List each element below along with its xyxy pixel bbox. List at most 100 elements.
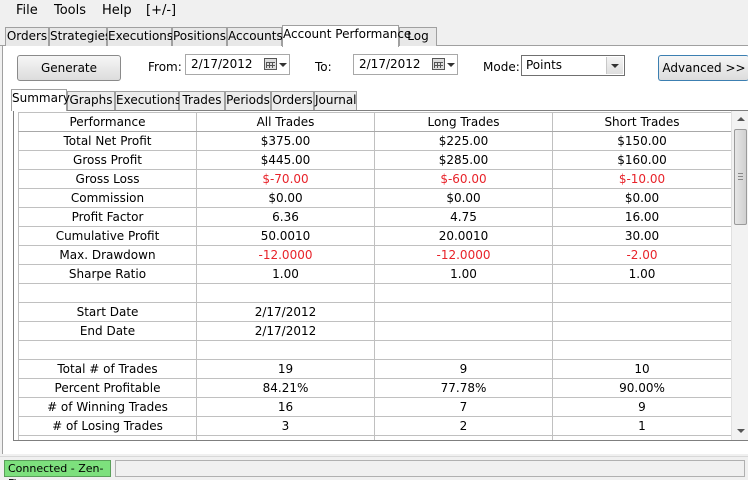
metric-name: Max. Drawdown [18,245,197,265]
mode-select[interactable]: Points [521,55,625,76]
all-trades-value: 6.36 [196,207,375,227]
mode-select-value: Points [526,58,563,72]
table-row[interactable]: Max. Drawdown -12.0000 -12.0000 -2.00 [18,245,732,265]
header-long-trades[interactable]: Long Trades [374,112,553,132]
tab-executions[interactable]: Executions [107,27,173,46]
long-trades-value [374,283,553,303]
all-trades-value: 84.21% [196,378,375,398]
short-trades-value: 9 [552,397,732,417]
from-date-value: 2/17/2012 [191,57,253,71]
long-trades-value: $0.00 [374,188,553,208]
generate-button[interactable]: Generate [17,55,121,81]
long-trades-value [374,321,553,341]
table-row[interactable]: # of Winning Trades 16 7 9 [18,397,732,417]
header-performance[interactable]: Performance [18,112,197,132]
table-row[interactable]: # of Losing Trades 3 2 1 [18,416,732,436]
table-row[interactable]: Cumulative Profit 50.0010 20.0010 30.00 [18,226,732,246]
menu-file[interactable]: File [16,3,38,18]
chevron-down-icon[interactable] [279,63,287,67]
table-row[interactable] [18,283,732,303]
table-row[interactable]: Profit Factor 6.36 4.75 16.00 [18,207,732,227]
connection-status: Connected - Zen-Fire [4,460,111,480]
tab-executions-report[interactable]: Executions [115,91,181,110]
short-trades-value: $160.00 [552,150,732,170]
all-trades-value: $-70.00 [196,169,375,189]
all-trades-value: 19 [196,359,375,379]
short-trades-value: 1.00 [552,264,732,284]
metric-name: Total Net Profit [18,131,197,151]
table-row[interactable]: Total Net Profit $375.00 $225.00 $150.00 [18,131,732,151]
tab-journal[interactable]: Journal [314,91,357,110]
chevron-down-icon[interactable] [447,63,455,67]
menu-help[interactable]: Help [102,3,132,18]
metric-name: # of Losing Trades [18,416,197,436]
header-all-trades[interactable]: All Trades [196,112,375,132]
scrollbar-thumb[interactable] [734,129,747,225]
table-row[interactable]: Gross Profit $445.00 $285.00 $160.00 [18,150,732,170]
tab-positions[interactable]: Positions [172,27,227,46]
long-trades-value [374,435,553,440]
table-row[interactable]: Commission $0.00 $0.00 $0.00 [18,188,732,208]
tab-orders[interactable]: Orders [5,27,49,46]
tab-account-performance[interactable]: Account Performance [282,25,411,47]
short-trades-value [552,340,732,360]
report-tab-strip: Summary Graphs Executions Trades Periods… [11,89,748,111]
metric-name [18,435,197,440]
all-trades-value: 50.0010 [196,226,375,246]
all-trades-value: -12.0000 [196,245,375,265]
long-trades-value: 7 [374,397,553,417]
metric-name: Start Date [18,302,197,322]
table-row[interactable]: Total # of Trades 19 9 10 [18,359,732,379]
calendar-icon[interactable] [432,58,445,70]
grip-line [738,173,743,174]
mode-dropdown-button[interactable] [606,57,623,74]
tab-summary[interactable]: Summary [11,89,70,111]
header-short-trades[interactable]: Short Trades [552,112,732,132]
long-trades-value: 4.75 [374,207,553,227]
vertical-scrollbar[interactable] [731,111,748,440]
table-row[interactable]: End Date 2/17/2012 [18,321,732,341]
all-trades-value: 16 [196,397,375,417]
table-header-row: Performance All Trades Long Trades Short… [18,112,732,132]
tab-strategies[interactable]: Strategies [49,27,111,46]
tab-orders-report[interactable]: Orders [271,91,314,110]
short-trades-value: -2.00 [552,245,732,265]
to-label: To: [315,60,332,74]
table-row[interactable] [18,435,732,440]
long-trades-value: 77.78% [374,378,553,398]
menu-tools[interactable]: Tools [54,3,86,18]
status-message-area [115,460,745,477]
scroll-up-icon[interactable] [732,111,748,128]
long-trades-value: $285.00 [374,150,553,170]
table-row[interactable] [18,340,732,360]
menu-toggle[interactable]: [+/-] [146,3,176,18]
metric-name: # of Winning Trades [18,397,197,417]
all-trades-value: 1.00 [196,264,375,284]
grip-line [738,179,743,180]
table-body: Total Net Profit $375.00 $225.00 $150.00 Gro… [18,131,732,440]
short-trades-value: $0.00 [552,188,732,208]
metric-name: Percent Profitable [18,378,197,398]
to-date-field[interactable]: 2/17/2012 [353,54,458,75]
short-trades-value: 1 [552,416,732,436]
scroll-down-icon[interactable] [732,423,748,440]
table-row[interactable]: Gross Loss $-70.00 $-60.00 $-10.00 [18,169,732,189]
metric-name: Sharpe Ratio [18,264,197,284]
metric-name: Gross Profit [18,150,197,170]
tab-trades[interactable]: Trades [179,91,225,110]
metric-name [18,340,197,360]
long-trades-value: 9 [374,359,553,379]
advanced-button[interactable]: Advanced >> [658,55,748,81]
table-row[interactable]: Start Date 2/17/2012 [18,302,732,322]
calendar-icon[interactable] [264,58,277,70]
table-row[interactable]: Sharpe Ratio 1.00 1.00 1.00 [18,264,732,284]
table-row[interactable]: Percent Profitable 84.21% 77.78% 90.00% [18,378,732,398]
mode-label: Mode: [483,60,520,74]
from-date-field[interactable]: 2/17/2012 [185,54,290,75]
short-trades-value: 16.00 [552,207,732,227]
long-trades-value: 20.0010 [374,226,553,246]
tab-periods[interactable]: Periods [225,91,271,110]
tab-accounts[interactable]: Accounts [227,27,283,46]
long-trades-value [374,302,553,322]
tab-graphs[interactable]: Graphs [67,91,115,110]
